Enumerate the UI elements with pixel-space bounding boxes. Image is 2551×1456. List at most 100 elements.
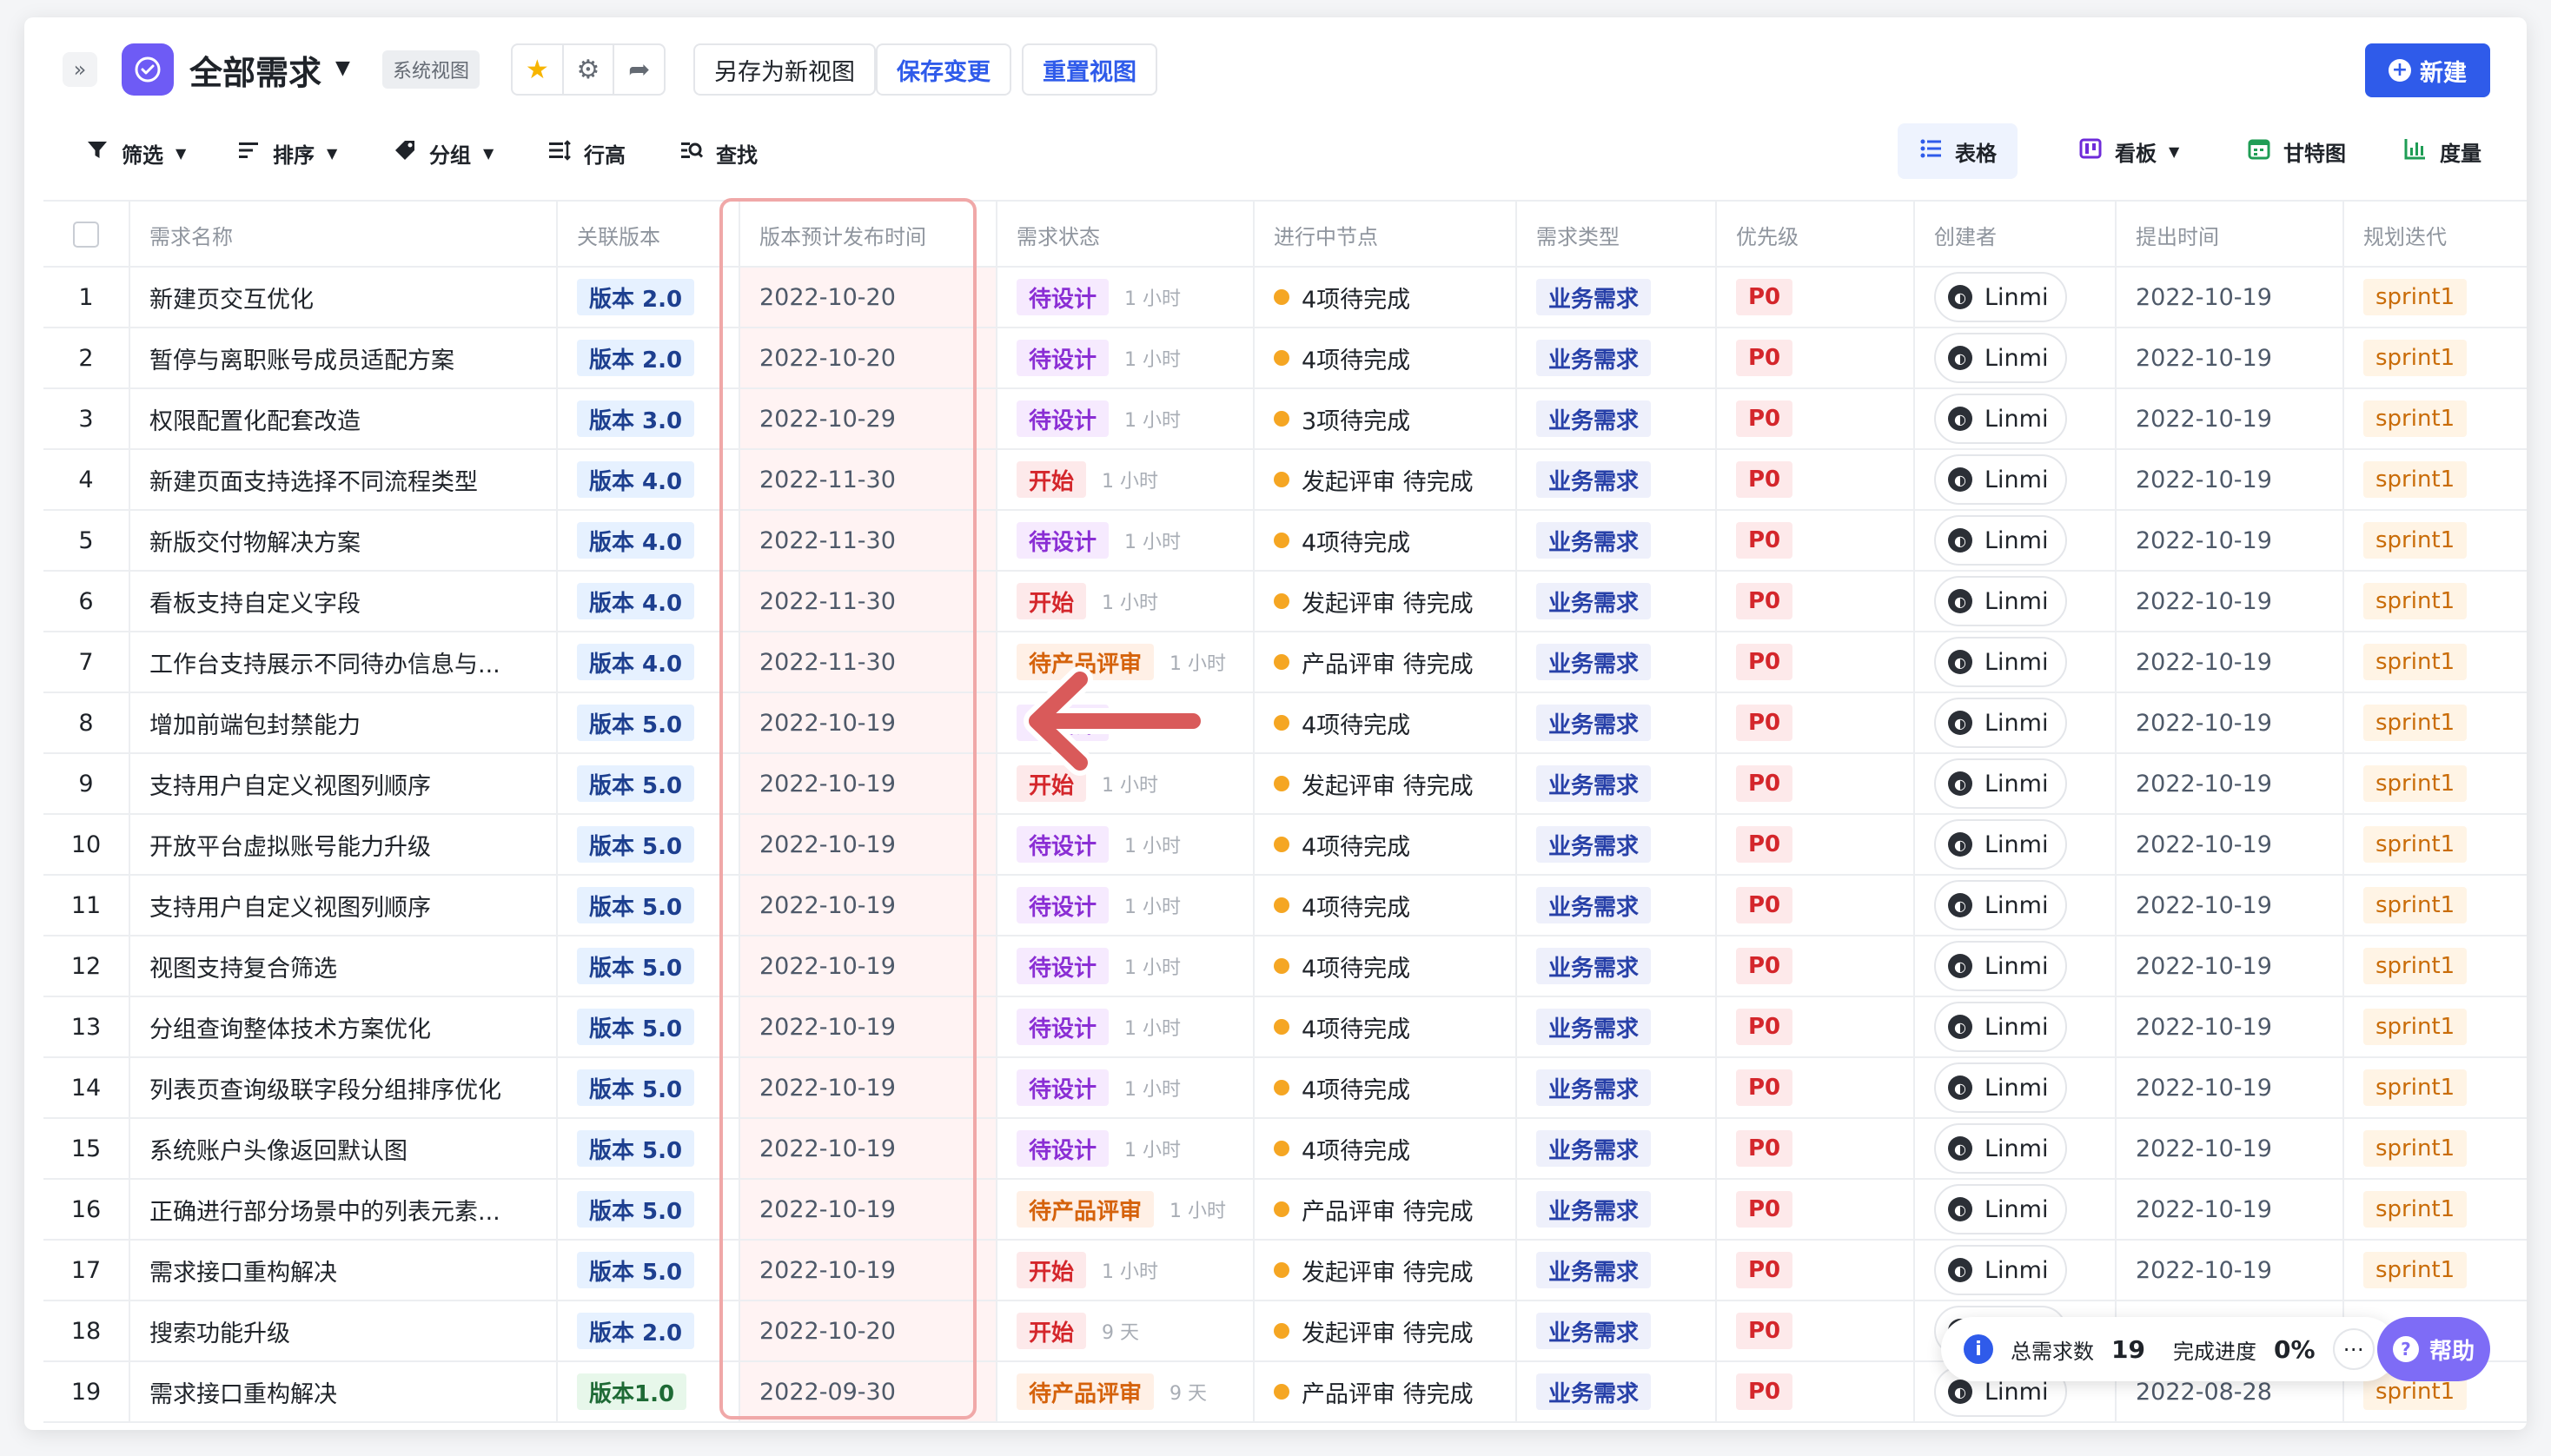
sprint-cell[interactable]: sprint1 bbox=[2342, 997, 2527, 1056]
type-cell[interactable]: 业务需求 bbox=[1515, 632, 1715, 692]
version-cell[interactable]: 版本1.0 bbox=[556, 1362, 739, 1421]
node-cell[interactable]: 4项待完成 bbox=[1253, 936, 1515, 996]
release-date-cell[interactable]: 2022-10-19 bbox=[739, 1241, 996, 1300]
node-cell[interactable]: 发起评审 待完成 bbox=[1253, 1241, 1515, 1300]
node-cell[interactable]: 4项待完成 bbox=[1253, 997, 1515, 1056]
priority-cell[interactable]: P0 bbox=[1715, 389, 1913, 448]
created-date-cell[interactable]: 2022-10-19 bbox=[2115, 1119, 2342, 1178]
table-row[interactable]: 11 支持用户自定义视图列顺序 版本 5.0 2022-10-19 待设计 1 小时 4项待… bbox=[43, 876, 2527, 936]
table-row[interactable]: 10 开放平台虚拟账号能力升级 版本 5.0 2022-10-19 待设计 1 小时 4项待… bbox=[43, 815, 2527, 876]
version-cell[interactable]: 版本 4.0 bbox=[556, 450, 739, 509]
type-cell[interactable]: 业务需求 bbox=[1515, 1058, 1715, 1117]
sprint-cell[interactable]: sprint1 bbox=[2342, 1180, 2527, 1239]
type-cell[interactable]: 业务需求 bbox=[1515, 1301, 1715, 1360]
node-cell[interactable]: 发起评审 待完成 bbox=[1253, 754, 1515, 813]
priority-cell[interactable]: P0 bbox=[1715, 1119, 1913, 1178]
release-date-cell[interactable]: 2022-10-20 bbox=[739, 268, 996, 327]
name-cell[interactable]: 新建页交互优化 bbox=[129, 268, 556, 327]
type-cell[interactable]: 业务需求 bbox=[1515, 450, 1715, 509]
created-date-cell[interactable]: 2022-10-19 bbox=[2115, 511, 2342, 570]
status-cell[interactable]: 待设计 1 小时 bbox=[996, 693, 1253, 752]
reset-view-button[interactable]: 重置视图 bbox=[1022, 43, 1157, 96]
save-as-new-view-button[interactable]: 另存为新视图 bbox=[693, 43, 876, 96]
priority-cell[interactable]: P0 bbox=[1715, 1362, 1913, 1421]
table-row[interactable]: 5 新版交付物解决方案 版本 4.0 2022-11-30 待设计 1 小时 4项待完成 业务… bbox=[43, 511, 2527, 572]
new-button[interactable]: + 新建 bbox=[2365, 43, 2490, 97]
status-cell[interactable]: 待设计 1 小时 bbox=[996, 268, 1253, 327]
node-cell[interactable]: 4项待完成 bbox=[1253, 876, 1515, 935]
type-cell[interactable]: 业务需求 bbox=[1515, 997, 1715, 1056]
filter-button[interactable]: 筛选 ▼ bbox=[85, 129, 186, 177]
name-cell[interactable]: 工作台支持展示不同待办信息与... bbox=[129, 632, 556, 692]
status-cell[interactable]: 待设计 1 小时 bbox=[996, 511, 1253, 570]
release-date-cell[interactable]: 2022-11-30 bbox=[739, 572, 996, 631]
created-date-cell[interactable]: 2022-10-19 bbox=[2115, 693, 2342, 752]
type-cell[interactable]: 业务需求 bbox=[1515, 1180, 1715, 1239]
status-cell[interactable]: 开始 1 小时 bbox=[996, 572, 1253, 631]
priority-cell[interactable]: P0 bbox=[1715, 268, 1913, 327]
more-icon[interactable]: ⋯ bbox=[2332, 1328, 2375, 1370]
creator-cell[interactable]: ◐ Linmi bbox=[1913, 572, 2115, 631]
priority-cell[interactable]: P0 bbox=[1715, 997, 1913, 1056]
release-date-cell[interactable]: 2022-09-30 bbox=[739, 1362, 996, 1421]
column-header[interactable]: 创建者 bbox=[1913, 202, 2115, 268]
version-cell[interactable]: 版本 5.0 bbox=[556, 1180, 739, 1239]
user-chip[interactable]: ◐ Linmi bbox=[1934, 941, 2068, 991]
node-cell[interactable]: 产品评审 待完成 bbox=[1253, 1362, 1515, 1421]
name-cell[interactable]: 新版交付物解决方案 bbox=[129, 511, 556, 570]
created-date-cell[interactable]: 2022-10-19 bbox=[2115, 572, 2342, 631]
sprint-cell[interactable]: sprint1 bbox=[2342, 1241, 2527, 1300]
release-date-cell[interactable]: 2022-10-20 bbox=[739, 328, 996, 387]
page-title[interactable]: 全部需求 bbox=[189, 43, 321, 96]
node-cell[interactable]: 4项待完成 bbox=[1253, 1058, 1515, 1117]
priority-cell[interactable]: P0 bbox=[1715, 511, 1913, 570]
creator-cell[interactable]: ◐ Linmi bbox=[1913, 450, 2115, 509]
column-header[interactable]: 提出时间 bbox=[2115, 202, 2342, 268]
user-chip[interactable]: ◐ Linmi bbox=[1934, 637, 2068, 687]
release-date-cell[interactable]: 2022-10-20 bbox=[739, 1301, 996, 1360]
share-icon[interactable]: ➦ bbox=[613, 45, 664, 94]
release-date-cell[interactable]: 2022-10-19 bbox=[739, 754, 996, 813]
release-date-cell[interactable]: 2022-10-29 bbox=[739, 389, 996, 448]
column-header[interactable]: 关联版本 bbox=[556, 202, 739, 268]
sprint-cell[interactable]: sprint1 bbox=[2342, 1119, 2527, 1178]
creator-cell[interactable]: ◐ Linmi bbox=[1913, 936, 2115, 996]
priority-cell[interactable]: P0 bbox=[1715, 876, 1913, 935]
table-row[interactable]: 2 暂停与离职账号成员适配方案 版本 2.0 2022-10-20 待设计 1 小时 4项待… bbox=[43, 328, 2527, 389]
version-cell[interactable]: 版本 4.0 bbox=[556, 632, 739, 692]
table-row[interactable]: 8 增加前端包封禁能力 版本 5.0 2022-10-19 待设计 1 小时 4项待完成 业务… bbox=[43, 693, 2527, 754]
priority-cell[interactable]: P0 bbox=[1715, 572, 1913, 631]
version-cell[interactable]: 版本 5.0 bbox=[556, 936, 739, 996]
release-date-cell[interactable]: 2022-11-30 bbox=[739, 632, 996, 692]
status-cell[interactable]: 开始 1 小时 bbox=[996, 1241, 1253, 1300]
find-button[interactable]: 查找 bbox=[679, 129, 758, 177]
user-chip[interactable]: ◐ Linmi bbox=[1934, 1062, 2068, 1113]
view-table-button[interactable]: 表格 bbox=[1898, 123, 2018, 179]
type-cell[interactable]: 业务需求 bbox=[1515, 815, 1715, 874]
created-date-cell[interactable]: 2022-10-19 bbox=[2115, 450, 2342, 509]
view-board-button[interactable]: 看板 ▼ bbox=[2057, 123, 2200, 179]
priority-cell[interactable]: P0 bbox=[1715, 1241, 1913, 1300]
column-header[interactable]: 需求状态 bbox=[996, 202, 1253, 268]
status-cell[interactable]: 待设计 1 小时 bbox=[996, 936, 1253, 996]
node-cell[interactable]: 发起评审 待完成 bbox=[1253, 1301, 1515, 1360]
table-row[interactable]: 15 系统账户头像返回默认图 版本 5.0 2022-10-19 待设计 1 小时 4项待完… bbox=[43, 1119, 2527, 1180]
release-date-cell[interactable]: 2022-10-19 bbox=[739, 1180, 996, 1239]
creator-cell[interactable]: ◐ Linmi bbox=[1913, 693, 2115, 752]
table-row[interactable]: 13 分组查询整体技术方案优化 版本 5.0 2022-10-19 待设计 1 小时 4项待… bbox=[43, 997, 2527, 1058]
version-cell[interactable]: 版本 5.0 bbox=[556, 754, 739, 813]
creator-cell[interactable]: ◐ Linmi bbox=[1913, 815, 2115, 874]
status-cell[interactable]: 开始 9 天 bbox=[996, 1301, 1253, 1360]
status-cell[interactable]: 待设计 1 小时 bbox=[996, 815, 1253, 874]
table-row[interactable]: 17 需求接口重构解决 版本 5.0 2022-10-19 开始 1 小时 发起评审 待完成… bbox=[43, 1241, 2527, 1301]
table-row[interactable]: 4 新建页面支持选择不同流程类型 版本 4.0 2022-11-30 开始 1 小时 发起评… bbox=[43, 450, 2527, 511]
creator-cell[interactable]: ◐ Linmi bbox=[1913, 997, 2115, 1056]
node-cell[interactable]: 4项待完成 bbox=[1253, 328, 1515, 387]
sprint-cell[interactable]: sprint1 bbox=[2342, 511, 2527, 570]
version-cell[interactable]: 版本 3.0 bbox=[556, 389, 739, 448]
release-date-cell[interactable]: 2022-10-19 bbox=[739, 876, 996, 935]
star-icon[interactable]: ★ bbox=[513, 45, 562, 94]
type-cell[interactable]: 业务需求 bbox=[1515, 1362, 1715, 1421]
created-date-cell[interactable]: 2022-10-19 bbox=[2115, 632, 2342, 692]
name-cell[interactable]: 列表页查询级联字段分组排序优化 bbox=[129, 1058, 556, 1117]
